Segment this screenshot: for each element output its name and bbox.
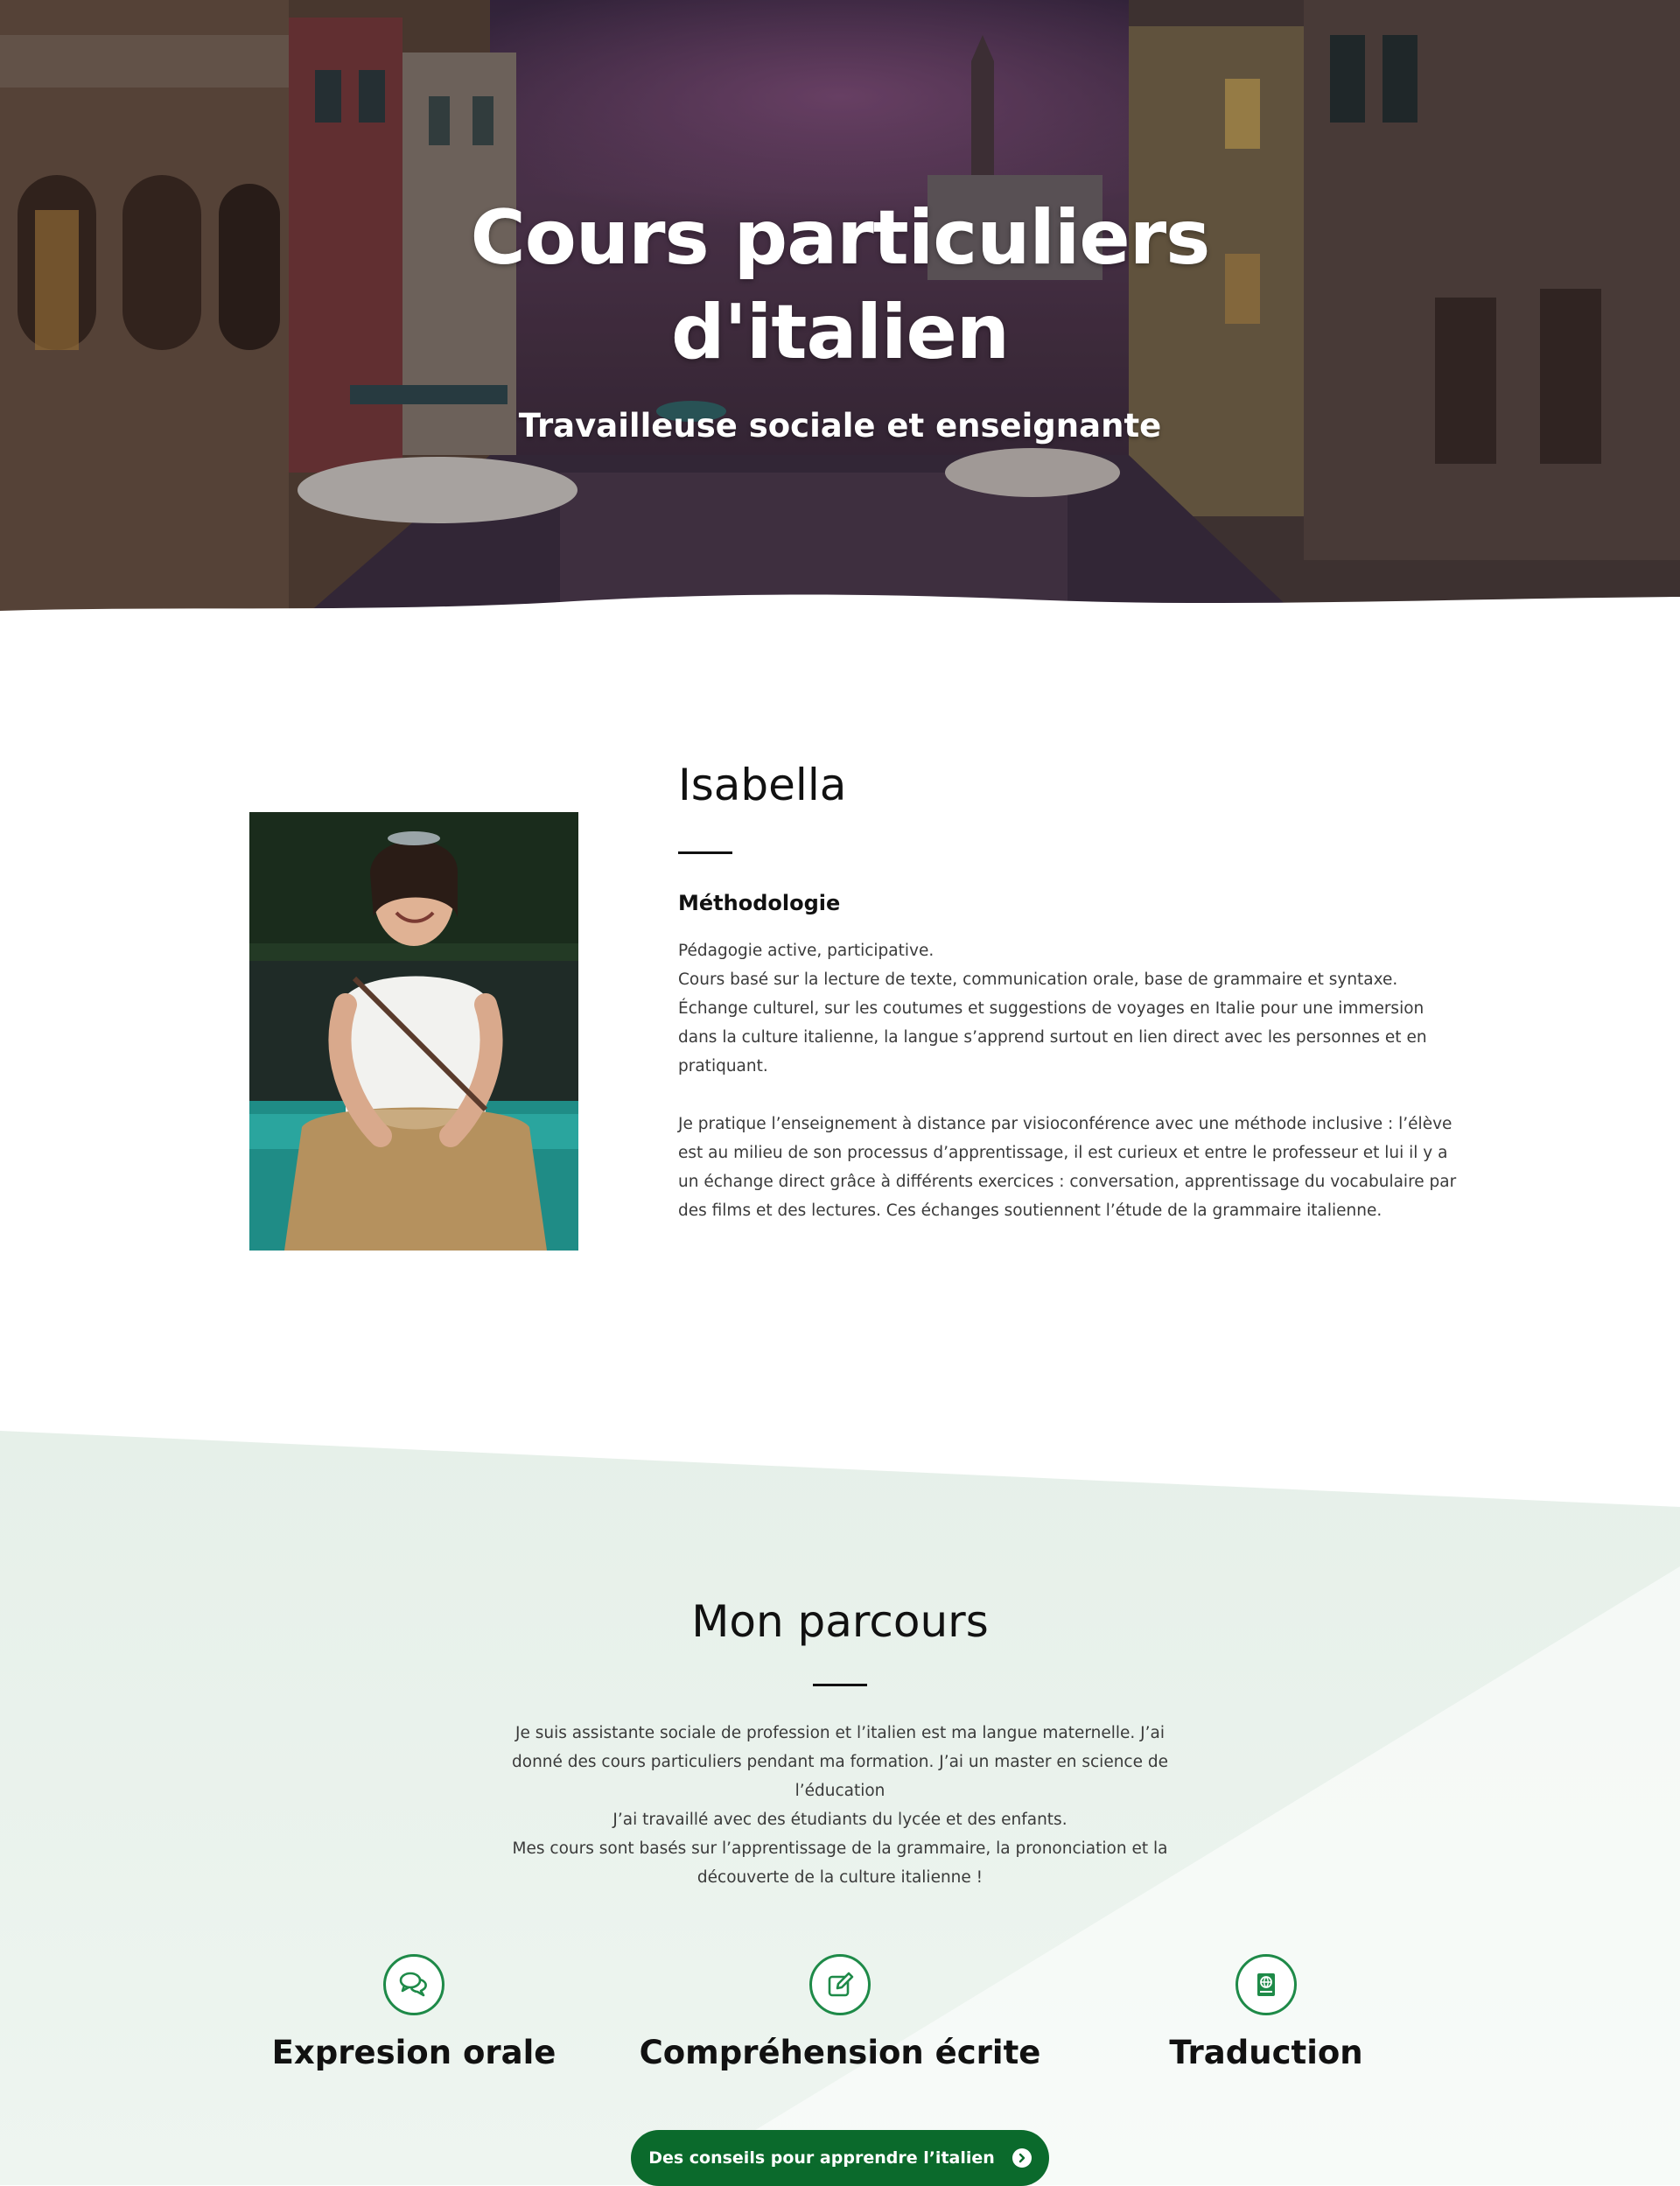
parcours-line: J’ai travaillé avec des étudiants du lyc… bbox=[612, 1811, 1068, 1829]
feature-label: Compréhension écrite bbox=[639, 2034, 1041, 2071]
parcours-text: Je suis assistante sociale de profession… bbox=[490, 1719, 1190, 1892]
section-divider bbox=[813, 1684, 867, 1686]
book-globe-icon bbox=[1236, 1954, 1297, 2015]
feature-label: Expresion orale bbox=[271, 2034, 556, 2071]
learning-tips-button[interactable]: Des conseils pour apprendre l’italien bbox=[631, 2130, 1049, 2186]
chat-bubbles-icon bbox=[383, 1954, 444, 2015]
hero-section: Cours particuliers d'italien Travailleus… bbox=[0, 0, 1680, 630]
section-divider bbox=[678, 851, 732, 854]
parcours-title: Mon parcours bbox=[691, 1596, 989, 1647]
portrait-photo bbox=[249, 812, 578, 1251]
parcours-line: Mes cours sont basés sur l’apprentissage… bbox=[512, 1839, 1168, 1887]
feature-translation: Traduction bbox=[1047, 1954, 1485, 2073]
feature-label: Traduction bbox=[1169, 2034, 1363, 2071]
methodology-heading: Méthodologie bbox=[678, 891, 841, 915]
parcours-line: Je suis assistante sociale de profession… bbox=[512, 1724, 1168, 1800]
arrow-right-icon bbox=[1012, 2148, 1032, 2168]
page-title: Cours particuliers d'italien bbox=[470, 194, 1211, 376]
feature-written: Compréhension écrite bbox=[621, 1954, 1059, 2073]
methodology-paragraph: Je pratique l’enseignement à distance pa… bbox=[678, 1115, 1457, 1220]
teacher-name: Isabella bbox=[678, 760, 847, 810]
page-subtitle: Travailleuse sociale et enseignante bbox=[518, 407, 1162, 445]
learning-tips-button-label: Des conseils pour apprendre l’italien bbox=[648, 2148, 995, 2168]
hero-brush-divider bbox=[0, 594, 1680, 630]
methodology-text: Pédagogie active, participative. Cours b… bbox=[678, 936, 1466, 1225]
methodology-paragraph: Pédagogie active, participative. Cours b… bbox=[678, 942, 1427, 1075]
edit-note-icon bbox=[809, 1954, 871, 2015]
feature-oral: Expresion orale bbox=[195, 1954, 633, 2073]
